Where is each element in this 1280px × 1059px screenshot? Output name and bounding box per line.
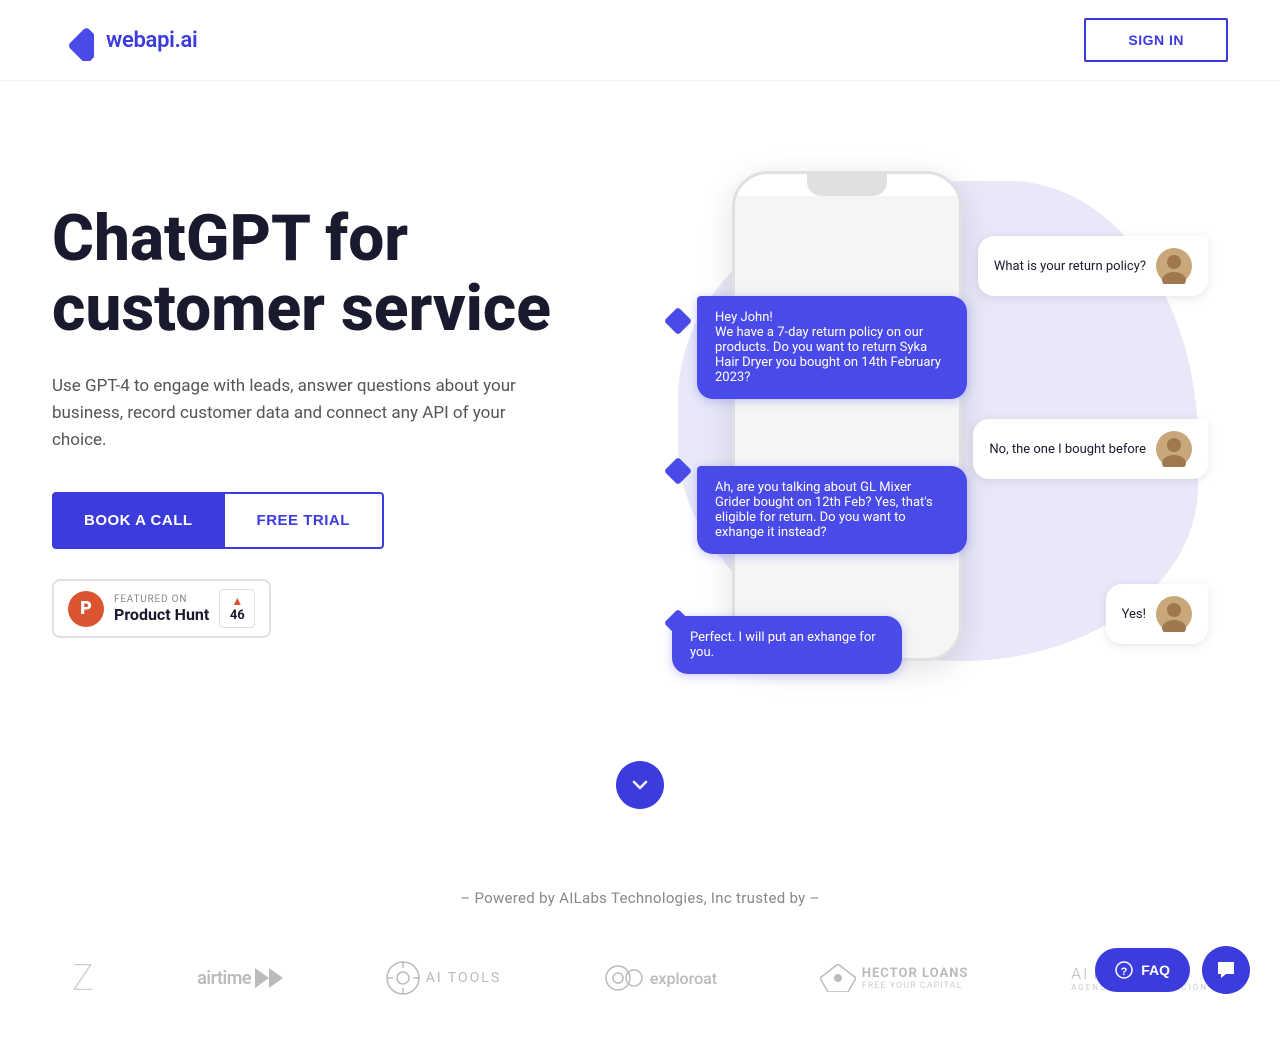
brand-airtime: airtime bbox=[197, 968, 283, 989]
avatar-1 bbox=[1156, 248, 1192, 284]
floating-buttons: ? FAQ bbox=[1095, 946, 1250, 994]
product-hunt-text: FEATURED ON Product Hunt bbox=[114, 594, 209, 624]
logo-text: webapi.ai bbox=[106, 28, 197, 53]
chat-message-3: No, the one I bought before bbox=[973, 419, 1208, 479]
hero-description: Use GPT-4 to engage with leads, answer q… bbox=[52, 373, 552, 455]
product-hunt-icon: P bbox=[68, 591, 104, 627]
hero-title: ChatGPT for customer service bbox=[52, 204, 612, 345]
diamond-2 bbox=[664, 457, 692, 485]
scroll-down-button[interactable] bbox=[616, 761, 664, 809]
chat-message-5: Yes! bbox=[1106, 584, 1208, 644]
brand-z: Z bbox=[72, 957, 95, 999]
brand-hector-loans: HECTOR LOANS FREE YOUR CAPITAL bbox=[820, 964, 969, 992]
brands-row: Z airtime AI TOOLS e bbox=[52, 957, 1228, 999]
exploroat-icon bbox=[604, 964, 644, 992]
vote-count: 46 bbox=[230, 608, 245, 623]
logo-icon bbox=[52, 19, 94, 61]
free-trial-button[interactable]: FREE TRIAL bbox=[225, 492, 384, 549]
chat-message-2: Hey John!We have a 7-day return policy o… bbox=[697, 296, 967, 399]
hero-illustration: What is your return policy? Hey John!We … bbox=[612, 141, 1228, 701]
product-hunt-votes: ▲ 46 bbox=[219, 589, 255, 628]
hero-buttons: BOOK A CALL FREE TRIAL bbox=[52, 492, 612, 549]
logo: webapi.ai bbox=[52, 19, 197, 61]
product-hunt-featured-label: FEATURED ON bbox=[114, 594, 209, 605]
chat-messages-area: What is your return policy? Hey John!We … bbox=[612, 141, 1228, 701]
hector-icon bbox=[820, 964, 856, 992]
faq-label: FAQ bbox=[1141, 962, 1170, 978]
powered-by-text: – Powered by AILabs Technologies, Inc tr… bbox=[52, 889, 1228, 907]
chat-icon bbox=[1215, 959, 1237, 981]
brand-exploroat: exploroat bbox=[604, 964, 717, 992]
chat-message-4: Ah, are you talking about GL Mixer Gride… bbox=[697, 466, 967, 554]
diamond-1 bbox=[664, 307, 692, 335]
chat-message-6: Perfect. I will put an exhange for you. bbox=[672, 616, 902, 674]
scroll-button-area bbox=[0, 741, 1280, 849]
hero-section: ChatGPT for customer service Use GPT-4 t… bbox=[0, 81, 1280, 741]
avatar-3 bbox=[1156, 596, 1192, 632]
upvote-arrow-icon: ▲ bbox=[231, 594, 243, 608]
chat-button[interactable] bbox=[1202, 946, 1250, 994]
airtime-icon bbox=[255, 968, 283, 988]
header: webapi.ai SIGN IN bbox=[0, 0, 1280, 81]
avatar-2 bbox=[1156, 431, 1192, 467]
chat-message-1: What is your return policy? bbox=[978, 236, 1208, 296]
hero-content: ChatGPT for customer service Use GPT-4 t… bbox=[52, 204, 612, 638]
brands-section: – Powered by AILabs Technologies, Inc tr… bbox=[0, 849, 1280, 1059]
svg-text:?: ? bbox=[1121, 966, 1128, 978]
brand-aitools: AI TOOLS bbox=[386, 961, 501, 995]
faq-button[interactable]: ? FAQ bbox=[1095, 948, 1190, 992]
question-icon: ? bbox=[1115, 961, 1133, 979]
product-hunt-badge[interactable]: P FEATURED ON Product Hunt ▲ 46 bbox=[52, 579, 271, 638]
book-call-button[interactable]: BOOK A CALL bbox=[52, 492, 225, 549]
product-hunt-name: Product Hunt bbox=[114, 605, 209, 624]
aitools-icon bbox=[386, 961, 420, 995]
chevron-down-icon bbox=[630, 775, 650, 795]
sign-in-button[interactable]: SIGN IN bbox=[1084, 18, 1228, 62]
